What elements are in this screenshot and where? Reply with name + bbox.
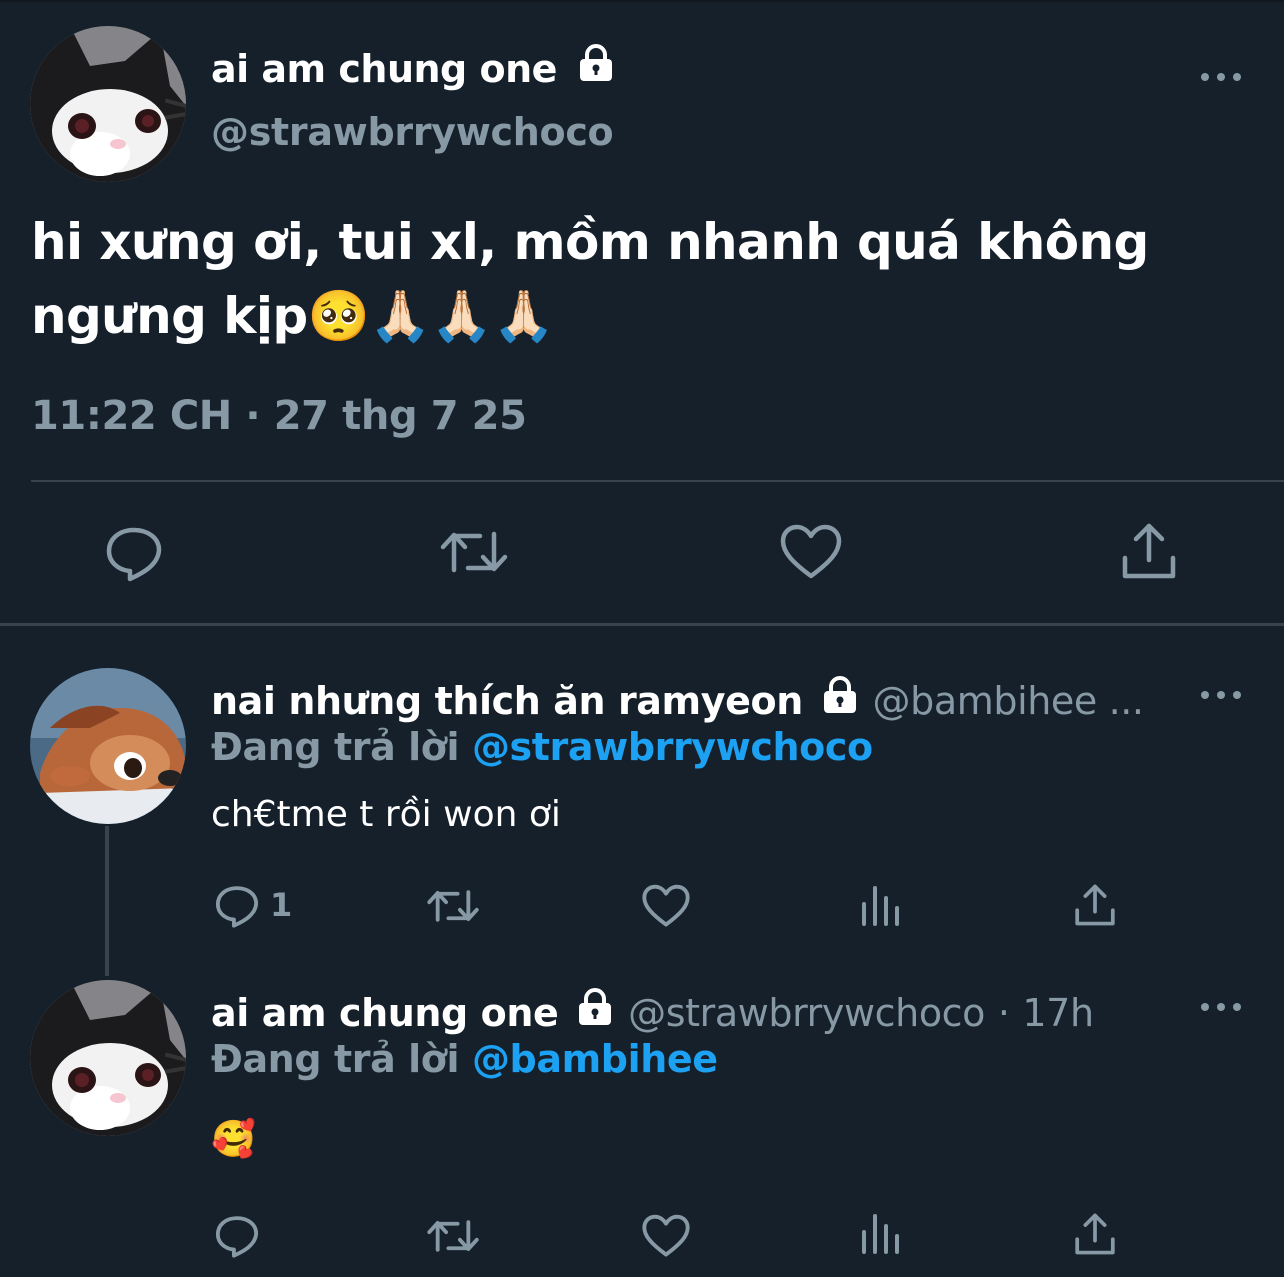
replying-to: Đang trả lời @bambihee	[211, 1037, 718, 1081]
reply-text: ch€tme t rồi won ơi	[211, 794, 561, 835]
reply-header: nai nhưng thích ăn ramyeon @bambihee ...	[211, 676, 1144, 723]
avatar[interactable]	[30, 668, 186, 824]
tweet-text-line-1: hi xưng ơi, tui xl, mồm nhanh quá không	[31, 213, 1149, 271]
retweet-button[interactable]	[440, 522, 508, 582]
avatar[interactable]	[30, 26, 186, 182]
main-tweet-author-handle[interactable]: @strawbrrywchoco	[211, 110, 614, 154]
reply-author-handle[interactable]: @bambihee ...	[873, 679, 1144, 723]
replying-to-mention[interactable]: @bambihee	[472, 1037, 718, 1081]
analytics-icon	[862, 1214, 899, 1254]
tweet-date: 27 thg 7 25	[273, 393, 527, 439]
share-button[interactable]	[1073, 882, 1117, 928]
avatar[interactable]	[30, 980, 186, 1136]
analytics-icon	[862, 886, 899, 926]
reply-time-separator: ·	[997, 991, 1010, 1035]
tweet-text: hi xưng ơi, tui xl, mồm nhanh quá không …	[31, 205, 1251, 353]
replying-to-mention[interactable]: @strawbrrywchoco	[472, 725, 873, 769]
analytics-button[interactable]	[860, 884, 904, 926]
thread-connector	[105, 826, 109, 976]
retweet-button[interactable]	[426, 1213, 480, 1259]
more-options-icon[interactable]	[1201, 688, 1241, 702]
reply-icon	[106, 527, 162, 582]
tweet-timestamp[interactable]: 11:22 CH · 27 thg 7 25	[31, 393, 527, 439]
reply-text: 🥰	[211, 1119, 256, 1160]
like-icon	[780, 524, 842, 579]
more-options-icon[interactable]	[1201, 70, 1241, 84]
replying-to: Đang trả lời @strawbrrywchoco	[211, 725, 873, 769]
like-button[interactable]	[642, 884, 690, 928]
cat-avatar-image	[30, 980, 186, 1136]
author-name: ai am chung one	[211, 47, 557, 91]
share-icon	[1075, 1213, 1115, 1255]
reply-button[interactable]	[214, 1212, 260, 1258]
share-icon	[1075, 884, 1115, 926]
reply-time[interactable]: 17h	[1022, 991, 1094, 1035]
reply-header: ai am chung one @strawbrrywchoco · 17h	[211, 988, 1094, 1035]
divider	[31, 480, 1284, 482]
share-button[interactable]	[1120, 520, 1178, 582]
reply-button[interactable]	[104, 522, 164, 582]
like-icon	[642, 1214, 690, 1257]
like-icon	[642, 884, 690, 927]
like-button[interactable]	[780, 524, 842, 580]
retweet-icon	[427, 1220, 479, 1252]
lock-icon	[579, 988, 612, 1025]
tweet-emojis: 🥺🙏🏻🙏🏻🙏🏻	[307, 287, 555, 345]
reply-author-name[interactable]: nai nhưng thích ăn ramyeon	[211, 679, 803, 723]
cat-avatar-image	[30, 26, 186, 182]
tweet-text-line-2: ngưng kịp🥺🙏🏻🙏🏻🙏🏻	[31, 279, 1251, 353]
retweet-button[interactable]	[426, 883, 480, 929]
reply-author-name[interactable]: ai am chung one	[211, 991, 559, 1035]
reply-icon	[215, 886, 259, 928]
section-divider	[0, 623, 1284, 626]
replying-to-label: Đang trả lời	[211, 725, 460, 769]
meta-separator: ·	[245, 393, 261, 439]
share-button[interactable]	[1073, 1211, 1117, 1257]
lock-icon	[579, 44, 612, 81]
replying-to-label: Đang trả lời	[211, 1037, 460, 1081]
lock-icon	[823, 676, 856, 713]
reply-count: 1	[270, 886, 293, 924]
analytics-button[interactable]	[860, 1212, 904, 1254]
more-options-icon[interactable]	[1201, 1000, 1241, 1014]
reply-icon	[215, 1216, 259, 1258]
main-tweet-author-name[interactable]: ai am chung one	[211, 44, 616, 91]
tweet-text-line-2-words: ngưng kịp	[31, 287, 308, 345]
share-icon	[1122, 523, 1176, 579]
retweet-icon	[440, 531, 508, 573]
deer-avatar-image	[30, 668, 186, 824]
top-border	[0, 0, 1284, 2]
like-button[interactable]	[642, 1214, 690, 1258]
retweet-icon	[427, 890, 479, 922]
tweet-time: 11:22 CH	[31, 393, 232, 439]
reply-button[interactable]: 1	[214, 882, 292, 928]
reply-author-handle[interactable]: @strawbrrywchoco	[628, 991, 985, 1035]
